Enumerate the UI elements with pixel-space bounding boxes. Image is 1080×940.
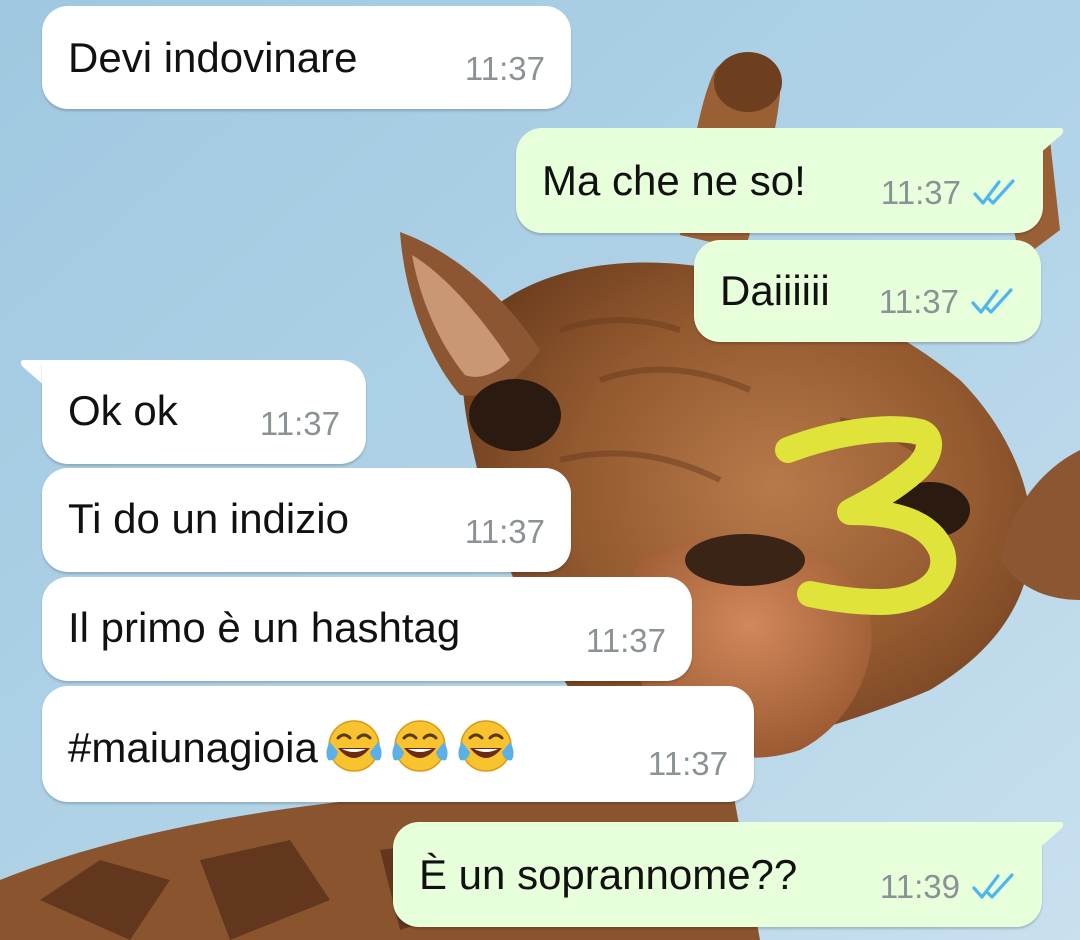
message-bubble-incoming[interactable]: Il primo è un hashtag 11:37 bbox=[42, 577, 692, 681]
message-text: È un soprannome?? bbox=[419, 851, 798, 898]
message-text: Ma che ne so! bbox=[542, 157, 806, 204]
message-text: Devi indovinare bbox=[68, 34, 358, 81]
message-text: Il primo è un hashtag bbox=[68, 604, 461, 651]
hashtag-text: #maiunagioia bbox=[68, 724, 318, 771]
face-with-tears-of-joy-icon bbox=[458, 720, 514, 772]
message-timestamp: 11:37 bbox=[464, 513, 545, 550]
message-timestamp: 11:39 bbox=[879, 868, 960, 905]
message-bubble-outgoing[interactable]: Daiiiiii 11:37 bbox=[694, 240, 1041, 342]
message-text: Daiiiiii bbox=[720, 267, 830, 314]
message-timestamp: 11:37 bbox=[585, 622, 666, 659]
message-timestamp: 11:37 bbox=[880, 174, 961, 211]
message-timestamp: 11:37 bbox=[259, 405, 340, 442]
message-bubble-incoming[interactable]: Ti do un indizio 11:37 bbox=[42, 468, 571, 572]
message-bubble-incoming[interactable]: Ok ok 11:37 bbox=[42, 360, 366, 464]
message-timestamp: 11:37 bbox=[464, 50, 545, 87]
face-with-tears-of-joy-icon bbox=[326, 720, 382, 772]
message-timestamp: 11:37 bbox=[647, 745, 728, 782]
message-bubble-incoming[interactable]: #maiunagioia 11:37 bbox=[42, 686, 754, 802]
message-text: Ok ok bbox=[68, 387, 178, 434]
message-bubble-outgoing[interactable]: Ma che ne so! 11:37 bbox=[516, 128, 1043, 233]
message-text: #maiunagioia bbox=[68, 716, 516, 776]
bubble-tail-icon bbox=[1030, 822, 1064, 856]
message-timestamp: 11:37 bbox=[878, 283, 959, 320]
face-with-tears-of-joy-icon bbox=[392, 720, 448, 772]
read-receipt-icon bbox=[972, 873, 1014, 899]
read-receipt-icon bbox=[973, 179, 1015, 205]
bubble-tail-icon bbox=[1030, 128, 1064, 162]
handwritten-three-annotation bbox=[775, 416, 957, 615]
read-receipt-icon bbox=[971, 288, 1013, 314]
message-text: Ti do un indizio bbox=[68, 495, 349, 542]
message-bubble-incoming[interactable]: Devi indovinare 11:37 bbox=[42, 6, 571, 109]
message-bubble-outgoing[interactable]: È un soprannome?? 11:39 bbox=[393, 822, 1042, 927]
